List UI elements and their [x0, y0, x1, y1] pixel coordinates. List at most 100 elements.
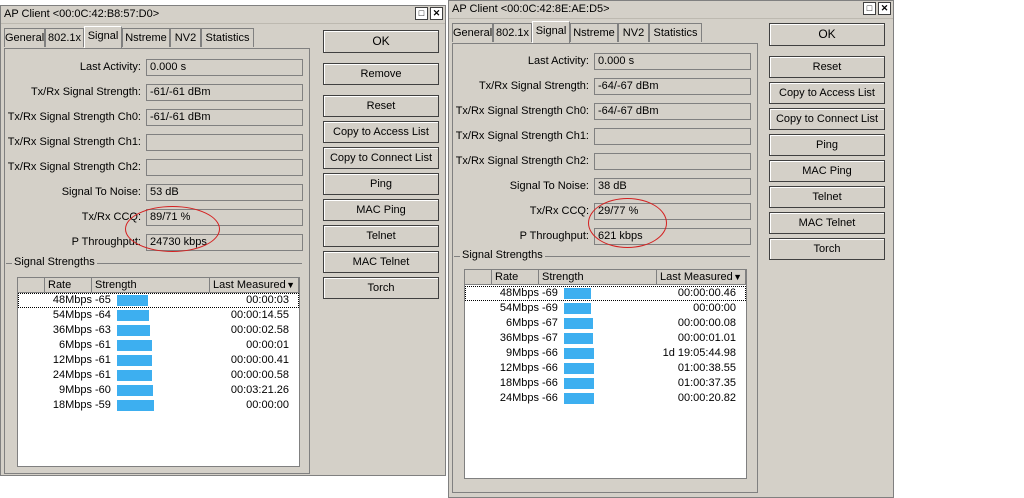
column-header-strength[interactable]: Strength: [539, 270, 657, 285]
sort-down-icon: ▼: [733, 272, 742, 282]
sort-down-icon: ▼: [286, 280, 295, 290]
strength-bar: [564, 318, 593, 329]
field-row: Signal To Noise: 38 dB: [449, 178, 751, 196]
mac-ping-button[interactable]: MAC Ping: [323, 199, 439, 221]
strength-bar: [117, 370, 152, 381]
table-row[interactable]: 48Mbps -65 00:00:03: [18, 293, 299, 308]
column-header-rate[interactable]: Rate: [45, 278, 92, 293]
strength-bar: [564, 363, 594, 374]
tab-statistics[interactable]: Statistics: [649, 23, 702, 42]
table-row[interactable]: 9Mbps -60 00:03:21.26: [18, 383, 299, 398]
title-bar[interactable]: AP Client <00:0C:42:B8:57:D0> □ ✕: [1, 6, 445, 24]
last-measured-cell: 00:00:03: [246, 294, 289, 306]
remove-button[interactable]: Remove: [323, 63, 439, 85]
telnet-button[interactable]: Telnet: [323, 225, 439, 247]
table-row[interactable]: 18Mbps -66 01:00:37.35: [465, 376, 746, 391]
window-title: AP Client <00:0C:42:B8:57:D0>: [4, 8, 160, 20]
last-measured-cell: 00:00:01: [246, 339, 289, 351]
table-row[interactable]: 36Mbps -63 00:00:02.58: [18, 323, 299, 338]
copy-to-access-list-button[interactable]: Copy to Access List: [769, 82, 885, 104]
strength-bar: [117, 400, 154, 411]
table-row[interactable]: 24Mbps -66 00:00:20.82: [465, 391, 746, 406]
table-row[interactable]: 54Mbps -64 00:00:14.55: [18, 308, 299, 323]
torch-button[interactable]: Torch: [769, 238, 885, 260]
field-label: Tx/Rx Signal Strength Ch1:: [7, 136, 141, 148]
ping-button[interactable]: Ping: [769, 134, 885, 156]
tab-general[interactable]: General: [4, 28, 45, 47]
maximize-icon[interactable]: □: [415, 7, 428, 20]
tab-signal[interactable]: Signal: [84, 26, 122, 48]
last-measured-cell: 00:00:00.41: [230, 354, 289, 366]
field-value: -64/-67 dBm: [594, 78, 751, 95]
telnet-button[interactable]: Telnet: [769, 186, 885, 208]
reset-button[interactable]: Reset: [769, 56, 885, 78]
table-row[interactable]: 6Mbps -67 00:00:00.08: [465, 316, 746, 331]
table-row[interactable]: 54Mbps -69 00:00:00: [465, 301, 746, 316]
rate-cell: 36Mbps: [52, 324, 92, 336]
field-row: Last Activity: 0.000 s: [449, 53, 751, 71]
strength-cell: -66: [542, 392, 558, 404]
field-label: Signal To Noise:: [61, 186, 141, 198]
tab-general[interactable]: General: [452, 23, 493, 42]
strength-cell: -66: [542, 377, 558, 389]
field-label: Tx/Rx CCQ:: [529, 205, 589, 217]
close-icon[interactable]: ✕: [878, 2, 891, 15]
tab-nstreme[interactable]: Nstreme: [122, 28, 170, 47]
column-header-last-measured[interactable]: Last Measured ▼: [210, 278, 299, 293]
table-row[interactable]: 36Mbps -67 00:00:01.01: [465, 331, 746, 346]
ok-button[interactable]: OK: [323, 30, 439, 53]
table-row[interactable]: 12Mbps -61 00:00:00.41: [18, 353, 299, 368]
last-measured-cell: 00:00:14.55: [230, 309, 289, 321]
ping-button[interactable]: Ping: [323, 173, 439, 195]
copy-to-connect-list-button[interactable]: Copy to Connect List: [323, 147, 439, 169]
reset-button[interactable]: Reset: [323, 95, 439, 117]
rate-cell: 48Mbps: [52, 294, 92, 306]
table-row[interactable]: 9Mbps -66 1d 19:05:44.98: [465, 346, 746, 361]
field-row: Signal To Noise: 53 dB: [1, 184, 303, 202]
tab-8021x[interactable]: 802.1x: [45, 28, 84, 47]
tab-statistics[interactable]: Statistics: [201, 28, 254, 47]
ok-button[interactable]: OK: [769, 23, 885, 46]
title-bar[interactable]: AP Client <00:0C:42:8E:AE:D5> □ ✕: [449, 1, 893, 19]
strength-bar: [564, 378, 594, 389]
tab-nv2[interactable]: NV2: [170, 28, 201, 47]
table-row[interactable]: 18Mbps -59 00:00:00: [18, 398, 299, 413]
mac-telnet-button[interactable]: MAC Telnet: [769, 212, 885, 234]
rate-cell: 9Mbps: [505, 347, 539, 359]
torch-button[interactable]: Torch: [323, 277, 439, 299]
field-row: Last Activity: 0.000 s: [1, 59, 303, 77]
field-row: Tx/Rx Signal Strength Ch1:: [1, 134, 303, 152]
field-value: 38 dB: [594, 178, 751, 195]
table-row[interactable]: 24Mbps -61 00:00:00.58: [18, 368, 299, 383]
column-header-strength[interactable]: Strength: [92, 278, 210, 293]
mac-telnet-button[interactable]: MAC Telnet: [323, 251, 439, 273]
rate-cell: 6Mbps: [58, 339, 92, 351]
strength-bar: [117, 310, 149, 321]
field-row: Tx/Rx Signal Strength Ch1:: [449, 128, 751, 146]
field-value: -61/-61 dBm: [146, 109, 303, 126]
table-row[interactable]: 48Mbps -69 00:00:00.46: [465, 286, 746, 301]
table-row[interactable]: 6Mbps -61 00:00:01: [18, 338, 299, 353]
column-header-rate[interactable]: Rate: [492, 270, 539, 285]
tab-nstreme[interactable]: Nstreme: [570, 23, 618, 42]
signal-strength-list[interactable]: Rate Strength Last Measured ▼ 48Mbps -65 00:00…: [17, 277, 300, 467]
strength-bar: [117, 340, 152, 351]
field-label: Tx/Rx Signal Strength Ch0:: [7, 111, 141, 123]
field-label: Tx/Rx Signal Strength:: [30, 86, 141, 98]
column-header-last-measured[interactable]: Last Measured ▼: [657, 270, 746, 285]
copy-to-access-list-button[interactable]: Copy to Access List: [323, 121, 439, 143]
field-row: Tx/Rx Signal Strength Ch0: -64/-67 dBm: [449, 103, 751, 121]
close-icon[interactable]: ✕: [430, 7, 443, 20]
copy-to-connect-list-button[interactable]: Copy to Connect List: [769, 108, 885, 130]
header-spacer: [18, 278, 45, 293]
column-header-label: Last Measured: [213, 279, 286, 291]
maximize-icon[interactable]: □: [863, 2, 876, 15]
tab-nv2[interactable]: NV2: [618, 23, 649, 42]
strength-bar: [117, 325, 150, 336]
mac-ping-button[interactable]: MAC Ping: [769, 160, 885, 182]
last-measured-cell: 00:00:02.58: [230, 324, 289, 336]
tab-8021x[interactable]: 802.1x: [493, 23, 532, 42]
table-row[interactable]: 12Mbps -66 01:00:38.55: [465, 361, 746, 376]
tab-signal[interactable]: Signal: [532, 21, 570, 43]
signal-strength-list[interactable]: Rate Strength Last Measured ▼ 48Mbps -69 00:00…: [464, 269, 747, 479]
